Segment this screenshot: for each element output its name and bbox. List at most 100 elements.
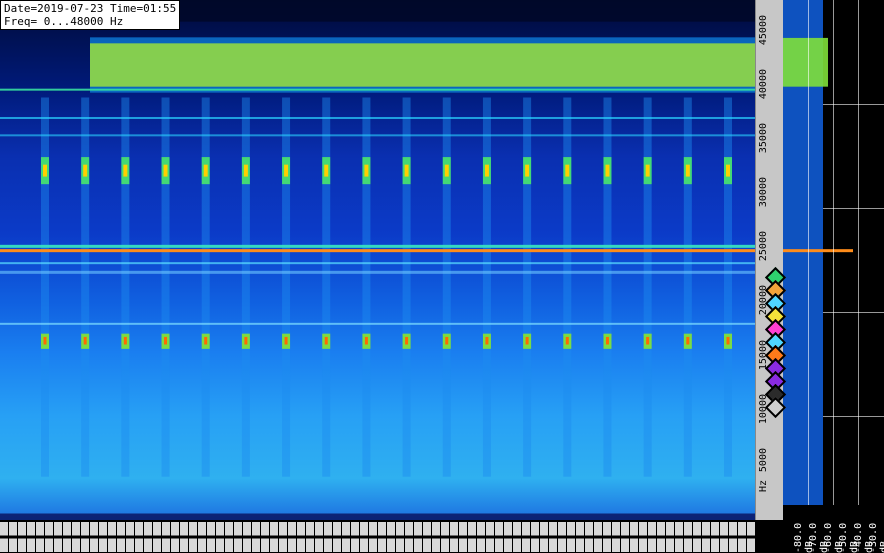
pulse-column (201, 97, 210, 477)
x-tick-label (684, 522, 692, 552)
x-tick-label (27, 522, 35, 552)
pulse-burst-lower-core (364, 336, 368, 345)
x-tick-label (63, 522, 71, 552)
pulse-burst-lower-core (565, 336, 569, 345)
top-band-signal (90, 43, 755, 87)
db-axis: -80.0 dB -70.0 dB -60.0 dB -50.0 dB -40.0 dB… (783, 505, 884, 553)
pulse-column (442, 97, 451, 477)
pulse-burst-lower-core (445, 336, 449, 345)
date-time-label: Date=2019-07-23 Time=01:55 (4, 2, 177, 15)
x-tick-label (360, 522, 368, 552)
pulse-burst-upper-core (484, 164, 489, 177)
pulse-burst-upper-core (726, 164, 730, 177)
x-tick-label (378, 522, 386, 552)
level-gridline (833, 0, 834, 520)
pulse-burst-upper-core (43, 164, 47, 177)
x-tick-label (144, 522, 152, 552)
x-tick-label (270, 522, 278, 552)
spectrogram-svg (0, 0, 755, 520)
x-tick-label (738, 522, 746, 552)
x-tick-label (288, 522, 296, 552)
hline-18k (0, 322, 755, 325)
pulse-burst-lower-core (605, 336, 609, 345)
x-tick-label (342, 522, 350, 552)
pulse-column (161, 97, 170, 477)
x-tick-label (693, 522, 701, 552)
hline-23k (0, 262, 755, 265)
pulse-column (482, 97, 491, 477)
x-tick-label (630, 522, 638, 552)
x-tick-label (531, 522, 539, 552)
x-tick-label (18, 522, 26, 552)
x-tick-label (648, 522, 656, 552)
x-tick-label (576, 522, 584, 552)
x-tick-label (234, 522, 242, 552)
x-tick-label (225, 522, 233, 552)
x-tick-label (729, 522, 737, 552)
y-tick-label: 45000 (758, 14, 769, 45)
x-tick-label (675, 522, 683, 552)
level-band-peak (783, 37, 828, 87)
y-tick-label: 40000 (758, 68, 769, 99)
x-tick-label (189, 522, 197, 552)
x-tick-label (252, 522, 260, 552)
x-tick-label (441, 522, 449, 552)
x-tick-label (306, 522, 314, 552)
x-tick-label (171, 522, 179, 552)
pulse-column (282, 97, 291, 477)
x-tick-label (279, 522, 287, 552)
x-tick-label (612, 522, 620, 552)
pulse-burst-lower-core (646, 336, 650, 345)
level-hgridline (823, 312, 884, 313)
pulse-burst-lower-core (726, 336, 730, 345)
pulse-burst-upper-core (565, 164, 570, 177)
pulse-burst-upper-core (444, 164, 449, 177)
pulse-burst-lower-core (405, 336, 409, 345)
x-tick-label (216, 522, 224, 552)
x-tick-label (711, 522, 719, 552)
x-tick-label (126, 522, 134, 552)
level-svg (783, 0, 884, 520)
x-tick-label (513, 522, 521, 552)
x-tick-label (162, 522, 170, 552)
x-tick-label (153, 522, 161, 552)
x-tick-label (117, 522, 125, 552)
y-tick-label: 5000 (758, 447, 769, 472)
x-tick-label (747, 522, 755, 552)
x-tick-label (477, 522, 485, 552)
pulse-burst-upper-core (645, 164, 650, 177)
level-hgridline (823, 208, 884, 209)
pulse-burst-upper-core (203, 164, 208, 177)
x-tick-label (54, 522, 62, 552)
level-hgridline (823, 416, 884, 417)
pulse-column (683, 97, 692, 477)
pulse-burst-lower-core (485, 336, 489, 345)
freq-range-label: Freq= 0...48000 Hz (4, 15, 124, 28)
x-tick-label (495, 522, 503, 552)
pulse-burst-lower-core (83, 336, 87, 345)
x-tick-label (585, 522, 593, 552)
pulse-burst-lower-core (164, 336, 168, 345)
carrier-line (0, 249, 755, 253)
x-tick-label (720, 522, 728, 552)
x-tick-label (396, 522, 404, 552)
x-tick-label (108, 522, 116, 552)
pulse-burst-upper-core (525, 164, 530, 177)
x-tick-label (540, 522, 548, 552)
pulse-burst-upper-core (685, 164, 690, 177)
level-hgridline (823, 104, 884, 105)
y-tick-label: 30000 (758, 177, 769, 208)
y-tick-label: Hz (758, 480, 769, 493)
x-tick-label (297, 522, 305, 552)
pulse-column (322, 97, 331, 477)
x-tick-label (90, 522, 98, 552)
level-gridline (808, 0, 809, 520)
x-tick-label (135, 522, 143, 552)
x-tick-label (549, 522, 557, 552)
pulse-column (81, 97, 90, 477)
x-tick-label (432, 522, 440, 552)
hline-35k (0, 134, 755, 137)
x-tick-label (72, 522, 80, 552)
x-tick-label (468, 522, 476, 552)
x-tick-label (81, 522, 89, 552)
